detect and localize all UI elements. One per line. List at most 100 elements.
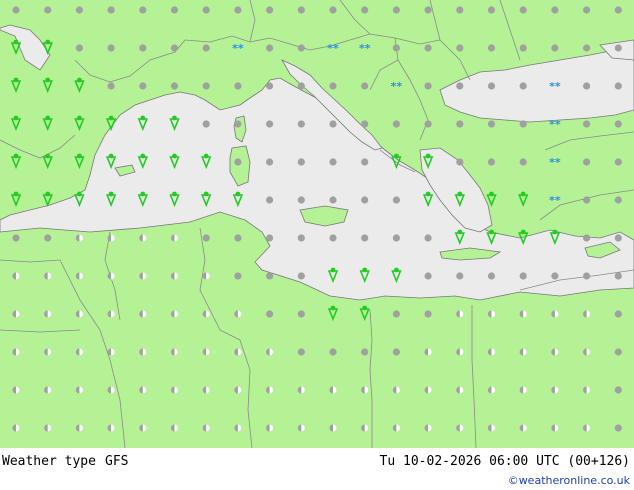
partly-cloudy-highlight [206,424,210,432]
cloudy-symbol [583,6,591,14]
rain-drop [108,191,114,197]
partly-cloudy-highlight [79,310,84,318]
partly-cloudy-highlight [206,272,210,280]
cloudy-symbol [297,120,305,128]
cloudy-symbol [139,6,147,14]
partly-cloudy-highlight [142,386,147,394]
cloudy-symbol [424,310,432,318]
rain-symbol [10,118,22,132]
cloudy-symbol [234,6,242,14]
cloudy-symbol [456,44,464,52]
partly-cloudy-highlight [586,310,591,318]
rain-drop [77,153,82,159]
site-credit-link[interactable]: ©weatheronline.co.uk [508,474,630,487]
cloudy-symbol [266,6,274,14]
rain-drop [489,191,494,197]
rain-drop [362,267,368,273]
partly-cloudy-highlight [554,386,559,394]
cloudy-symbol [519,120,527,128]
partly-cloudy-highlight [269,386,274,394]
partly-cloudy-highlight [174,348,179,356]
cloudy-symbol [519,6,527,14]
partly-cloudy-highlight [459,386,464,394]
cloudy-symbol [583,120,591,128]
cloudy-symbol [392,120,400,128]
cloudy-symbol [266,82,274,90]
partly-cloudy-highlight [16,310,20,318]
rain-drop [77,77,82,83]
rain-drop [45,153,51,159]
rain-drop [425,191,431,197]
rain-drop [77,191,82,197]
partly-cloudy-highlight [491,424,496,432]
partly-cloudy-highlight [111,310,115,318]
cloudy-symbol [519,82,527,90]
cloudy-symbol [44,234,52,242]
cloudy-symbol [361,196,369,204]
rain-drop [140,191,146,197]
cloudy-symbol [202,234,210,242]
partly-cloudy-highlight [586,424,591,432]
partly-cloudy-highlight [554,424,559,432]
partly-cloudy-highlight [554,310,559,318]
rain-drop [394,267,399,273]
rain-symbol [74,80,85,94]
cloudy-symbol [456,158,464,166]
partly-cloudy-highlight [206,348,210,356]
cloudy-symbol [392,196,400,204]
partly-cloudy-highlight [428,424,432,432]
rain-drop [172,191,177,197]
partly-cloudy-highlight [79,234,84,242]
cloudy-symbol [519,44,527,52]
cloudy-symbol [75,44,83,52]
cloudy-symbol [487,82,496,90]
partly-cloudy-highlight [333,424,337,432]
partly-cloudy-highlight [459,348,464,356]
rain-symbol [518,194,529,208]
partly-cloudy-highlight [459,310,464,318]
partly-cloudy-highlight [491,386,496,394]
cloudy-symbol [614,82,622,90]
cloudy-symbol [329,120,337,128]
partly-cloudy-highlight [174,386,179,394]
partly-cloudy-highlight [586,386,591,394]
partly-cloudy-highlight [269,348,274,356]
partly-cloudy-highlight [174,234,179,242]
snow-symbol: ** [359,42,371,55]
partly-cloudy-highlight [16,348,20,356]
cloudy-symbol [487,272,496,280]
cloudy-symbol [12,6,20,14]
partly-cloudy-highlight [111,386,115,394]
cloudy-symbol [392,234,400,242]
rain-drop [108,153,114,159]
cloudy-symbol [361,6,369,14]
rain-drop [45,115,51,121]
partly-cloudy-highlight [459,424,464,432]
partly-cloudy-highlight [79,424,84,432]
rain-drop [520,191,526,197]
rain-drop [457,191,463,197]
cloudy-symbol [297,6,305,14]
rain-drop [45,77,51,83]
cloudy-symbol [234,82,242,90]
weather-map-svg: ** ** ** ** ** ** ** ** [0,0,634,448]
partly-cloudy-highlight [111,234,115,242]
partly-cloudy-highlight [111,424,115,432]
partly-cloudy-highlight [111,272,115,280]
cloudy-symbol [392,6,400,14]
rain-symbol [10,194,22,208]
rain-symbol [42,118,53,132]
map-footer: Weather type GFS Tu 10-02-2026 06:00 UTC… [0,448,634,490]
cloudy-symbol [583,158,591,166]
partly-cloudy-highlight [523,386,527,394]
cloudy-symbol [266,196,274,204]
cloudy-symbol [392,44,400,52]
snow-symbol: ** [549,194,561,207]
cloudy-symbol [266,120,274,128]
partly-cloudy-highlight [111,348,115,356]
partly-cloudy-highlight [523,424,527,432]
partly-cloudy-highlight [47,386,52,394]
snow-symbol: ** [232,42,244,55]
cloudy-symbol [234,234,242,242]
cloudy-symbol [202,6,210,14]
